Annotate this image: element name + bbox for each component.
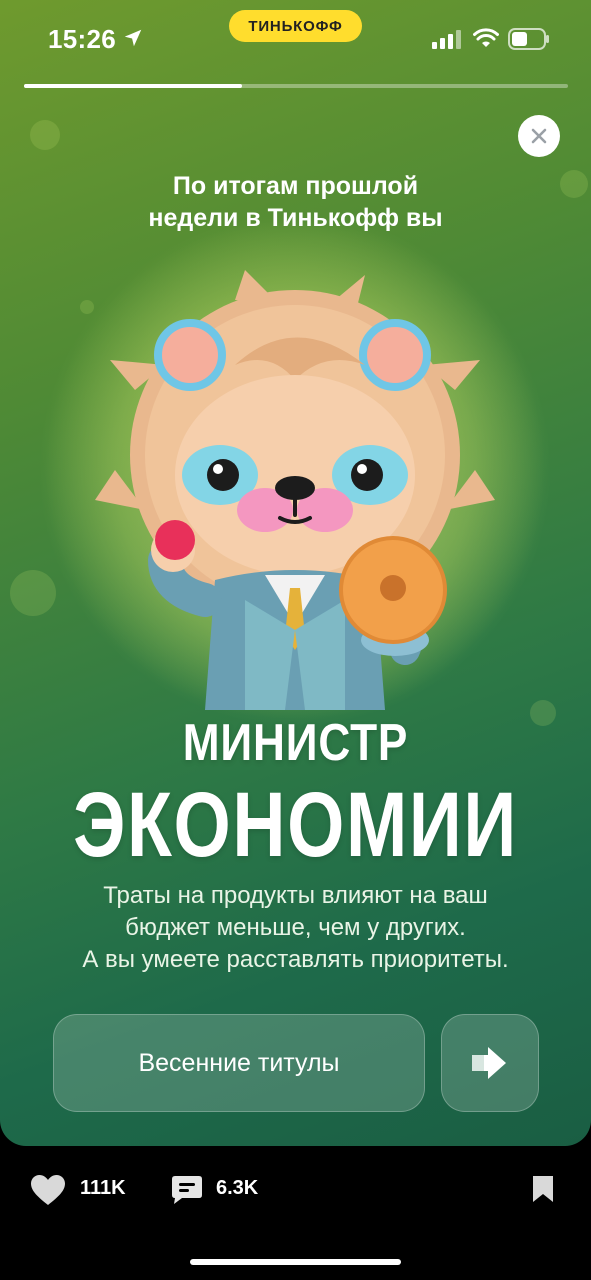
brand-pill[interactable]: ТИНЬКОФФ (229, 10, 362, 42)
story-description: Траты на продукты влияют на ваш бюджет м… (40, 880, 551, 976)
arrow-right-icon (472, 1047, 506, 1079)
bokeh-dot (80, 300, 94, 314)
comment-icon[interactable] (170, 1174, 204, 1206)
description-line: бюджет меньше, чем у других. (125, 914, 466, 941)
battery-icon (508, 28, 549, 50)
close-icon (531, 128, 547, 144)
heart-icon[interactable] (30, 1174, 66, 1206)
story-subtitle: По итогам прошлой недели в Тинькофф вы (90, 170, 501, 234)
close-button[interactable] (518, 115, 560, 157)
bokeh-dot (560, 170, 588, 198)
description-line: А вы умеете расставлять приоритеты. (82, 946, 509, 973)
bokeh-dot (10, 570, 56, 616)
story-card[interactable]: 15:26 ТИНЬКОФФ По итогам прошлой недели … (0, 0, 591, 1146)
location-arrow-icon (124, 29, 142, 47)
comment-count: 6.3K (216, 1177, 259, 1199)
subtitle-line: недели в Тинькофф вы (148, 204, 443, 232)
title-line-2: ЭКОНОМИИ (73, 774, 518, 876)
bokeh-dot (30, 120, 60, 150)
wifi-icon (473, 28, 499, 47)
home-indicator[interactable] (190, 1259, 401, 1265)
signal-icon (432, 30, 461, 49)
description-line: Траты на продукты влияют на ваш (103, 882, 488, 909)
story-progress-fill (24, 84, 242, 88)
spring-titles-button[interactable]: Весенние титулы (53, 1014, 425, 1112)
story-progress-bar (24, 84, 568, 88)
status-bar: 15:26 ТИНЬКОФФ (0, 0, 591, 80)
title-line-1: МИНИСТР (182, 714, 409, 772)
clock: 15:26 (48, 24, 116, 54)
bookmark-icon[interactable] (531, 1174, 555, 1204)
next-story-button[interactable] (441, 1014, 539, 1112)
like-count: 111K (80, 1177, 126, 1199)
subtitle-line: По итогам прошлой (172, 172, 419, 200)
lion-mascot-illustration (95, 270, 495, 710)
